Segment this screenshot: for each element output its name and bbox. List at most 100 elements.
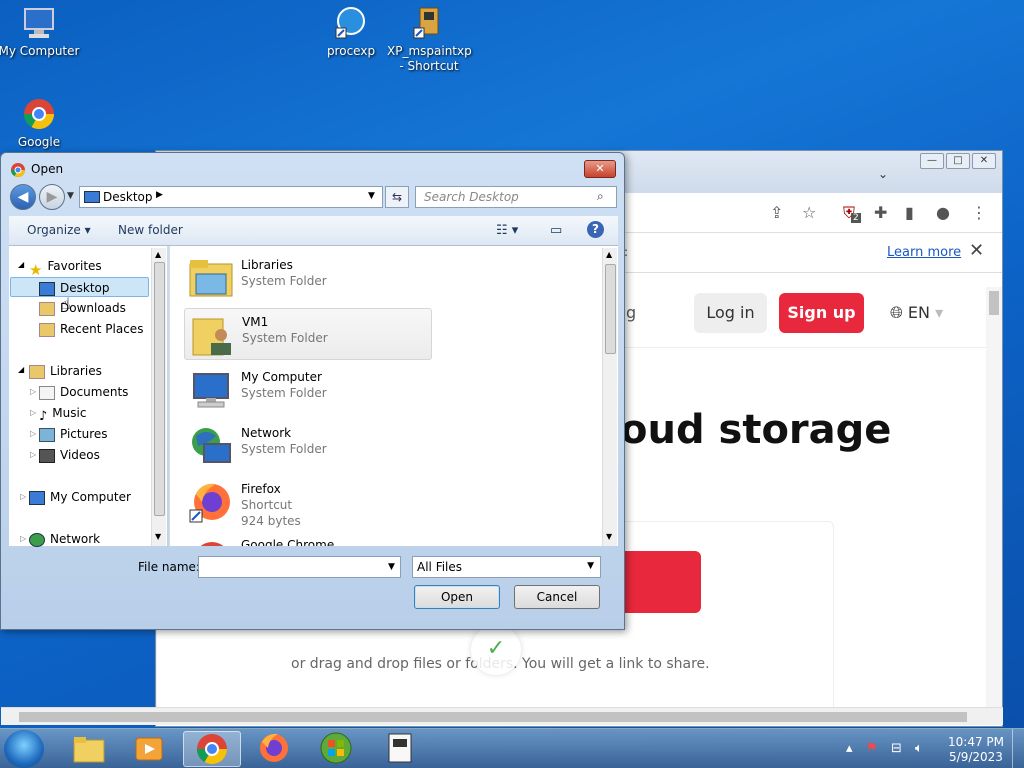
- profile-avatar-icon[interactable]: ●: [936, 203, 950, 222]
- taskbar-chrome[interactable]: [183, 731, 241, 767]
- taskbar-windows-app[interactable]: [307, 731, 365, 767]
- file-item[interactable]: My Computer System Folder: [184, 364, 432, 416]
- recent-pages-chevron-icon[interactable]: ▼: [67, 191, 74, 201]
- show-hidden-icons-icon[interactable]: ▴: [846, 741, 853, 756]
- scroll-up-arrow-icon[interactable]: ▲: [606, 250, 612, 259]
- view-options-icon[interactable]: ☷ ▾: [496, 223, 518, 238]
- nav-documents[interactable]: Documents: [39, 382, 128, 402]
- desktop-icon-procexp[interactable]: procexp: [309, 6, 393, 59]
- check-icon: ✓: [471, 625, 521, 675]
- taskbar-media-player[interactable]: [120, 731, 178, 767]
- navigation-pane-scrollbar[interactable]: ▲ ▼: [151, 248, 166, 546]
- file-item[interactable]: Google Chrome: [184, 532, 432, 546]
- search-input[interactable]: Search Desktop: [415, 186, 617, 208]
- maximize-button[interactable]: □: [946, 153, 970, 169]
- taskbar-firefox[interactable]: [245, 731, 303, 767]
- address-breadcrumb[interactable]: Desktop ▶ ▼: [79, 186, 383, 208]
- cancel-button[interactable]: Cancel: [514, 585, 600, 609]
- nav-recent-places[interactable]: Recent Places: [39, 319, 143, 339]
- forward-button[interactable]: ▶: [39, 184, 65, 210]
- file-name: Libraries: [241, 258, 293, 272]
- breadcrumb-desktop[interactable]: Desktop: [103, 190, 153, 204]
- menu-kebab-icon[interactable]: ⋮: [971, 203, 987, 222]
- chrome-icon: [188, 536, 234, 546]
- ublock-extension-icon[interactable]: ⛨ 2: [843, 203, 861, 223]
- new-folder-button[interactable]: New folder: [118, 223, 183, 237]
- signup-button[interactable]: Sign up: [779, 293, 864, 333]
- nav-favorites[interactable]: ★ Favorites: [29, 256, 102, 279]
- taskbar-explorer[interactable]: [60, 731, 118, 767]
- back-button[interactable]: ◀: [10, 184, 36, 210]
- file-item[interactable]: Firefox Shortcut 924 bytes: [184, 476, 432, 528]
- close-button[interactable]: ✕: [972, 153, 996, 169]
- scroll-thumb[interactable]: [154, 262, 165, 516]
- nav-label: Pictures: [60, 427, 108, 441]
- tab-list-chevron-icon[interactable]: ⌄: [878, 167, 888, 181]
- learn-more-link[interactable]: Learn more: [887, 245, 961, 260]
- expand-arrow-icon[interactable]: ◢: [18, 260, 24, 269]
- scroll-thumb[interactable]: [605, 264, 616, 354]
- nav-desktop[interactable]: Desktop: [10, 277, 149, 297]
- nav-my-computer[interactable]: My Computer: [29, 487, 131, 507]
- nav-pictures[interactable]: Pictures: [39, 424, 108, 444]
- organize-button[interactable]: Organize ▾: [27, 223, 91, 237]
- search-icon[interactable]: ⌕: [597, 189, 604, 204]
- collapse-arrow-icon[interactable]: ▷: [30, 450, 36, 459]
- dialog-close-button[interactable]: ✕: [584, 160, 616, 178]
- help-icon[interactable]: ?: [587, 221, 604, 238]
- nav-libraries[interactable]: Libraries: [29, 361, 102, 381]
- file-item[interactable]: Network System Folder: [184, 420, 432, 472]
- share-icon[interactable]: ⇪: [770, 203, 783, 222]
- file-list-scrollbar[interactable]: ▲ ▼: [602, 248, 617, 546]
- scroll-down-arrow-icon[interactable]: ▼: [606, 532, 612, 541]
- page-horizontal-scrollbar[interactable]: [1, 707, 1003, 725]
- side-panel-icon[interactable]: ▮: [905, 203, 914, 222]
- preview-pane-icon[interactable]: ▭: [550, 223, 562, 238]
- expand-arrow-icon[interactable]: ◢: [18, 365, 24, 374]
- collapse-arrow-icon[interactable]: ▷: [20, 534, 26, 543]
- start-button[interactable]: [4, 730, 44, 768]
- nav-downloads[interactable]: Downloads: [39, 298, 126, 318]
- libraries-folder-icon: [188, 256, 234, 300]
- refresh-button[interactable]: ⇆: [385, 186, 409, 208]
- nav-music[interactable]: ♪ Music: [39, 403, 86, 424]
- collapse-arrow-icon[interactable]: ▷: [30, 429, 36, 438]
- desktop-icon-my-computer[interactable]: My Computer: [0, 6, 81, 59]
- clock[interactable]: 10:47 PM 5/9/2023: [948, 735, 1004, 765]
- network-tray-icon[interactable]: ⊟: [891, 741, 902, 756]
- taskbar-paint[interactable]: [370, 731, 428, 767]
- open-button[interactable]: Open: [414, 585, 500, 609]
- scroll-thumb[interactable]: [989, 291, 999, 315]
- notice-close-icon[interactable]: ✕: [969, 240, 984, 261]
- file-name-input[interactable]: [198, 556, 401, 578]
- recent-places-icon: [39, 322, 55, 337]
- minimize-button[interactable]: —: [920, 153, 944, 169]
- file-name-dropdown-icon[interactable]: ▼: [388, 562, 395, 572]
- extensions-puzzle-icon[interactable]: ✚: [874, 203, 887, 222]
- scroll-thumb[interactable]: [19, 712, 967, 722]
- volume-icon[interactable]: 🔈︎: [915, 741, 923, 756]
- collapse-arrow-icon[interactable]: ▷: [30, 387, 36, 396]
- show-desktop-button[interactable]: [1012, 729, 1024, 768]
- breadcrumb-arrow-icon[interactable]: ▶: [156, 190, 163, 200]
- nav-network[interactable]: Network: [29, 529, 100, 549]
- scroll-up-arrow-icon[interactable]: ▲: [155, 250, 161, 259]
- paint-icon: [412, 6, 446, 40]
- file-type-select[interactable]: All Files ▼: [412, 556, 601, 578]
- language-selector[interactable]: 🌐︎ EN ▾: [890, 303, 943, 323]
- desktop-icon-google-chrome[interactable]: Google: [0, 97, 81, 150]
- collapse-arrow-icon[interactable]: ▷: [30, 408, 36, 417]
- bookmark-star-icon[interactable]: ☆: [802, 203, 816, 222]
- page-vertical-scrollbar[interactable]: [986, 287, 1002, 708]
- nav-label: Libraries: [50, 364, 102, 378]
- address-dropdown-icon[interactable]: ▼: [368, 191, 375, 201]
- action-center-flag-icon[interactable]: ⚑: [866, 741, 878, 756]
- file-item[interactable]: Libraries System Folder: [184, 252, 432, 304]
- clock-date: 5/9/2023: [949, 750, 1003, 764]
- nav-videos[interactable]: Videos: [39, 445, 100, 465]
- collapse-arrow-icon[interactable]: ▷: [20, 492, 26, 501]
- desktop-icon-mspaint-shortcut[interactable]: XP_mspaintxp - Shortcut: [387, 6, 472, 74]
- login-button[interactable]: Log in: [694, 293, 767, 333]
- scroll-down-arrow-icon[interactable]: ▼: [155, 532, 161, 541]
- file-item[interactable]: VM1 System Folder: [184, 308, 432, 360]
